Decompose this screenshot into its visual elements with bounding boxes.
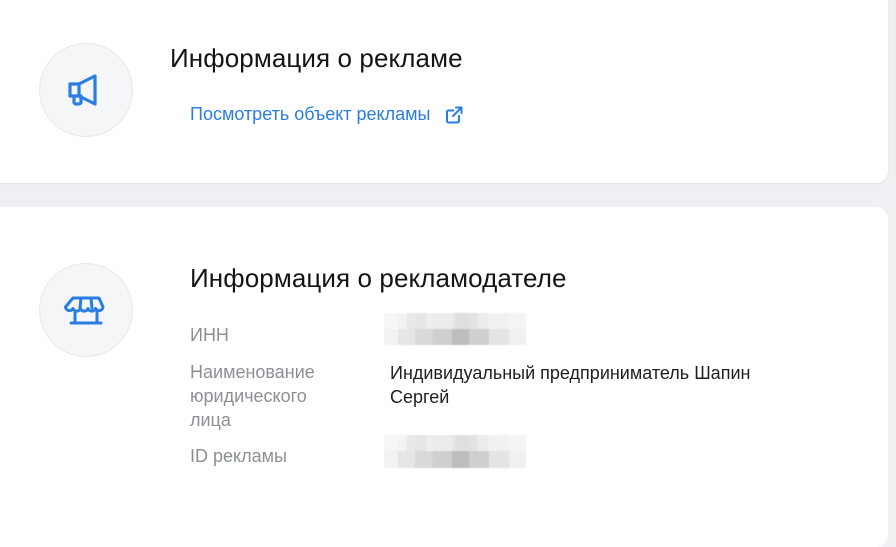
view-ad-link-label[interactable]: Посмотреть объект рекламы [190,104,430,125]
ad-info-title: Информация о рекламе [170,43,463,73]
company-name-label-line2: юридического [190,386,307,406]
company-name-value: Индивидуальный предприниматель Шапин Сер… [390,361,820,409]
company-name-value-line2: Сергей [390,387,450,407]
ad-info-card: Информация о рекламе Посмотреть объект р… [0,0,888,183]
ad-id-value-redacted [384,435,526,468]
advertiser-info-card: Информация о рекламодателе ИНН Наименова… [0,207,888,547]
company-name-label-line1: Наименование [190,362,315,382]
storefront-icon [64,296,105,325]
company-name-label: Наименование юридического лица [190,360,315,432]
external-link-icon[interactable] [444,105,464,125]
ad-id-label: ID рекламы [190,446,287,466]
company-name-value-line1: Индивидуальный предприниматель Шапин [390,363,751,383]
megaphone-icon [68,74,97,106]
advertiser-info-title: Информация о рекламодателе [190,263,567,293]
company-name-label-line3: лица [190,410,231,430]
view-ad-link[interactable]: Посмотреть объект рекламы [190,104,464,125]
megaphone-icon-circle [39,43,133,137]
inn-label: ИНН [190,325,229,345]
inn-value-redacted [384,313,526,345]
storefront-icon-circle [39,263,133,357]
